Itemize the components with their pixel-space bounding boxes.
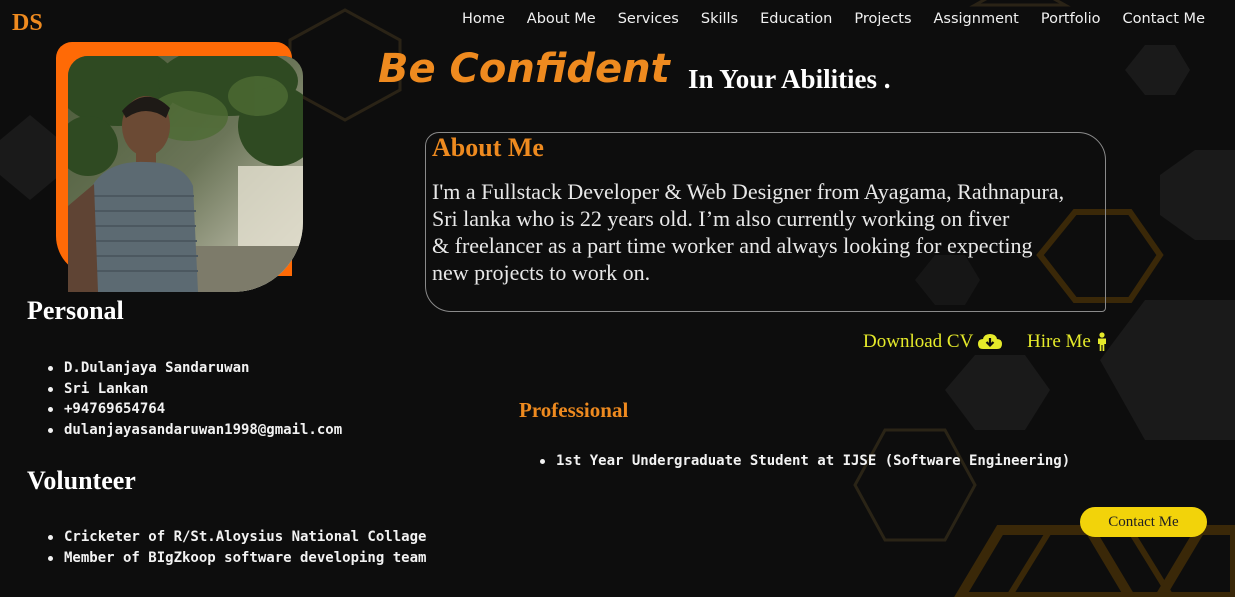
tagline-highlight: Be Confident: [378, 46, 670, 92]
list-item: +94769654764: [46, 399, 342, 420]
about-line: & freelancer as a part time worker and a…: [432, 233, 1033, 258]
nav-about-me[interactable]: About Me: [527, 11, 596, 27]
main-nav: Home About Me Services Skills Education …: [462, 11, 1205, 27]
person-icon: [1097, 332, 1106, 351]
nav-home[interactable]: Home: [462, 11, 505, 27]
profile-photo: [68, 56, 303, 292]
list-item: Sri Lankan: [46, 379, 342, 400]
nav-education[interactable]: Education: [760, 11, 832, 27]
personal-title: Personal: [27, 296, 124, 325]
about-title: About Me: [432, 133, 544, 162]
nav-projects[interactable]: Projects: [854, 11, 911, 27]
about-line: new projects to work on.: [432, 260, 651, 285]
list-item: Member of BIgZkoop software developing t…: [46, 548, 426, 569]
cloud-download-icon: [978, 334, 1003, 349]
about-line: I'm a Fullstack Developer & Web Designer…: [432, 179, 1065, 204]
nav-skills[interactable]: Skills: [701, 11, 738, 27]
site-logo[interactable]: DS: [12, 10, 43, 37]
hire-me-label: Hire Me: [1027, 331, 1091, 352]
volunteer-title: Volunteer: [27, 466, 136, 495]
personal-list: D.Dulanjaya Sandaruwan Sri Lankan +94769…: [46, 358, 342, 440]
list-item: dulanjayasandaruwan1998@gmail.com: [46, 420, 342, 441]
tagline-rest: In Your Abilities .: [688, 64, 891, 94]
list-item: D.Dulanjaya Sandaruwan: [46, 358, 342, 379]
nav-portfolio[interactable]: Portfolio: [1041, 11, 1101, 27]
contact-me-button[interactable]: Contact Me: [1080, 507, 1207, 537]
nav-contact-me[interactable]: Contact Me: [1123, 11, 1205, 27]
hire-me-button[interactable]: Hire Me: [1027, 331, 1109, 353]
about-text: I'm a Fullstack Developer & Web Designer…: [432, 178, 1112, 286]
volunteer-list: Cricketer of R/St.Aloysius National Coll…: [46, 527, 426, 568]
nav-assignment[interactable]: Assignment: [934, 11, 1019, 27]
download-cv-button[interactable]: Download CV: [863, 331, 1003, 353]
professional-list: 1st Year Undergraduate Student at IJSE (…: [538, 451, 1070, 472]
professional-title: Professional: [519, 398, 629, 422]
nav-services[interactable]: Services: [618, 11, 679, 27]
list-item: 1st Year Undergraduate Student at IJSE (…: [538, 451, 1070, 472]
download-cv-label: Download CV: [863, 331, 974, 352]
about-line: Sri lanka who is 22 years old. I’m also …: [432, 206, 1010, 231]
list-item: Cricketer of R/St.Aloysius National Coll…: [46, 527, 426, 548]
